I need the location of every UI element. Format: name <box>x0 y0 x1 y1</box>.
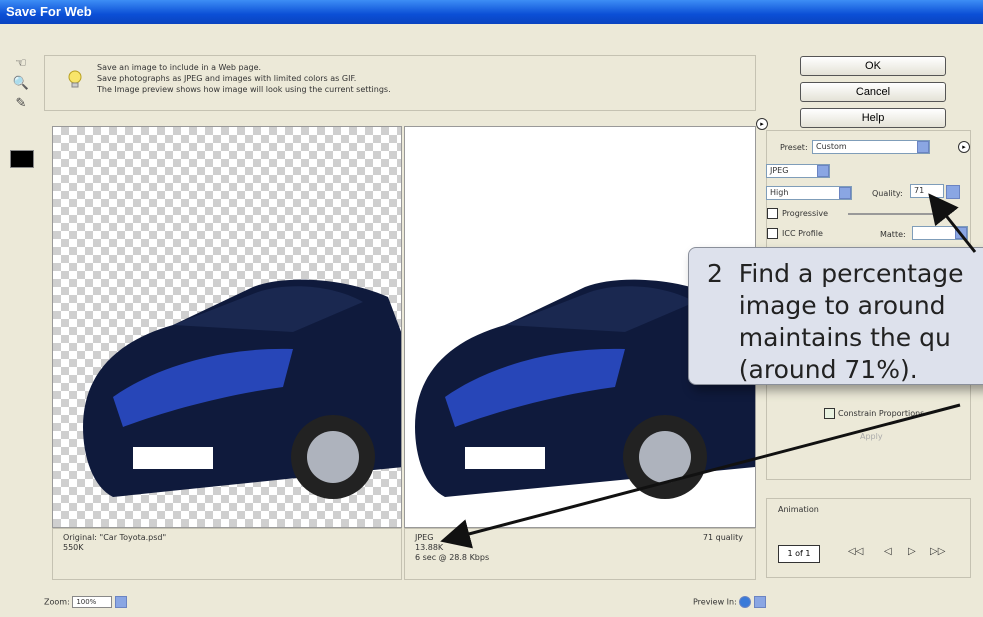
arrow-to-quality <box>928 193 977 253</box>
callout-arrows <box>440 193 977 549</box>
arrow-to-filesize <box>440 403 961 549</box>
